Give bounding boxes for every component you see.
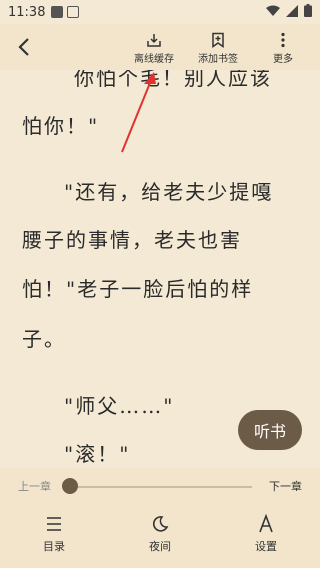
wifi-icon — [266, 5, 280, 16]
text-line: 怕！"老子一脸后怕的样 — [22, 277, 254, 301]
list-icon — [47, 517, 61, 531]
download-icon — [147, 34, 161, 47]
notification-icon — [51, 6, 64, 18]
status-time: 11:38 — [8, 4, 46, 20]
text-line: "滚！" — [64, 442, 131, 466]
text-line: 子。 — [22, 327, 66, 351]
chapter-progress: 上一章 下一章 — [0, 468, 320, 504]
bookmark-add-icon — [212, 32, 224, 48]
text-line: 腰子的事情，老夫也害 — [22, 228, 242, 252]
prev-chapter-button[interactable]: 上一章 — [18, 478, 51, 494]
text-line: "还有，给老夫少提嘎 — [64, 180, 274, 204]
battery-icon — [304, 4, 312, 17]
night-label: 夜间 — [149, 540, 171, 553]
settings-button[interactable]: 设置 — [236, 514, 296, 554]
progress-slider-handle[interactable] — [62, 478, 78, 494]
annotation-arrow-icon — [121, 72, 156, 153]
listen-label: 听书 — [253, 422, 286, 441]
text-line: 你怕个毛！别人应该 — [74, 70, 272, 90]
add-bookmark-button[interactable]: 添加书签 — [198, 32, 238, 65]
back-arrow-icon[interactable] — [14, 36, 36, 58]
night-mode-button[interactable]: 夜间 — [130, 514, 190, 554]
more-vertical-icon — [281, 32, 285, 48]
listen-button[interactable]: 听书 — [238, 410, 302, 450]
moon-icon — [152, 516, 169, 532]
status-bar: 11:38 — [0, 0, 320, 24]
more-button[interactable]: 更多 — [273, 32, 293, 65]
text-line: 怕你！" — [22, 114, 100, 138]
toc-button[interactable]: 目录 — [24, 514, 84, 554]
next-chapter-button[interactable]: 下一章 — [269, 478, 302, 494]
status-icons — [266, 4, 312, 17]
progress-track[interactable] — [68, 486, 252, 488]
signal-icon — [286, 4, 298, 17]
image-icon — [67, 6, 80, 18]
toc-label: 目录 — [43, 540, 65, 553]
text-line: "师父……" — [64, 394, 175, 418]
bottom-nav: 目录 夜间 设置 — [0, 504, 320, 568]
more-label: 更多 — [273, 54, 293, 65]
font-settings-icon — [259, 514, 273, 533]
add-bookmark-label: 添加书签 — [198, 54, 238, 65]
settings-label: 设置 — [255, 540, 277, 553]
